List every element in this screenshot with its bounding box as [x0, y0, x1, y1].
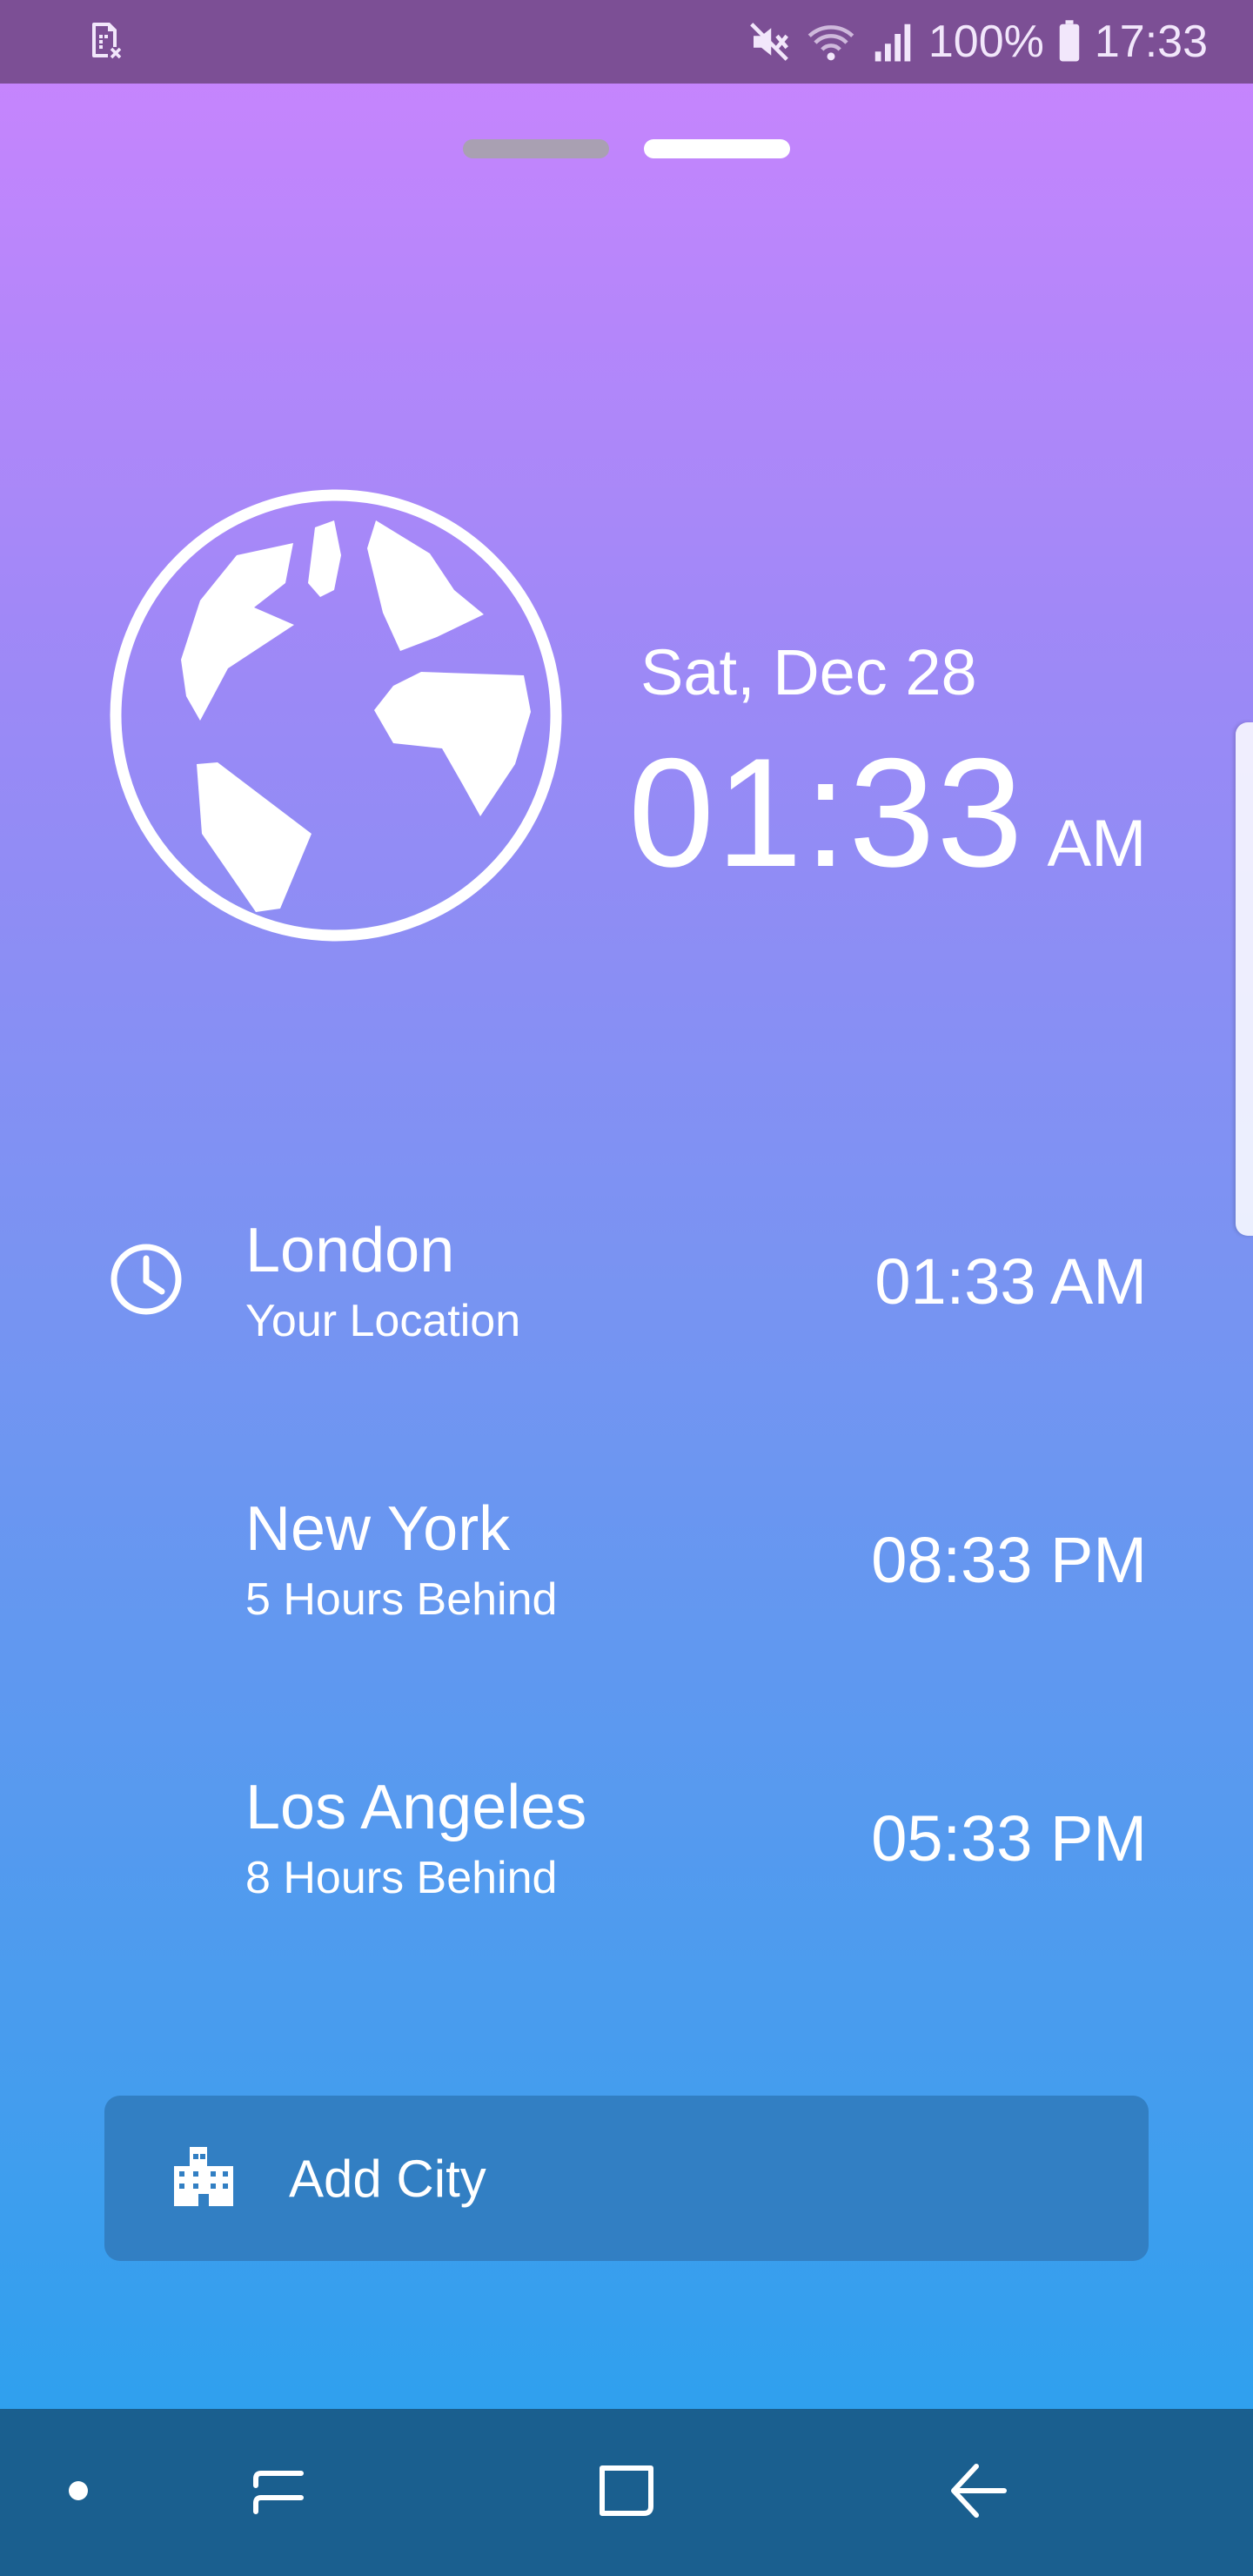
city-row-los-angeles[interactable]: Los Angeles 8 Hours Behind 05:33 PM [0, 1763, 1253, 1920]
status-right: 100% 17:33 [746, 16, 1208, 68]
add-city-button[interactable]: Add City [104, 2096, 1149, 2261]
wifi-icon [805, 18, 857, 65]
navigation-bar [0, 2409, 1253, 2576]
recent-apps-button[interactable] [226, 2409, 331, 2576]
building-icon [171, 2143, 237, 2214]
city-subtitle: 5 Hours Behind [245, 1574, 558, 1625]
hero-date: Sat, Dec 28 [640, 636, 977, 708]
city-time: 01:33 AM [874, 1245, 1147, 1318]
city-name: London [245, 1216, 455, 1285]
city-subtitle: 8 Hours Behind [245, 1853, 558, 1903]
nav-dot-button[interactable] [35, 2409, 122, 2576]
hero-time: 01:33 AM [628, 735, 1146, 890]
clock-icon [108, 1241, 184, 1318]
hero-time-digits: 01:33 [628, 726, 1025, 899]
city-name: Los Angeles [245, 1773, 587, 1842]
add-city-label: Add City [289, 2149, 486, 2208]
city-row-new-york[interactable]: New York 5 Hours Behind 08:33 PM [0, 1485, 1253, 1641]
back-button[interactable] [926, 2409, 1030, 2576]
page-indicator [463, 139, 790, 158]
signal-icon [869, 18, 916, 65]
edge-panel-handle[interactable] [1236, 722, 1253, 1236]
home-icon [595, 2459, 658, 2526]
page-indicator-dot-1[interactable] [463, 139, 609, 158]
mute-icon [746, 18, 793, 65]
city-time: 08:33 PM [871, 1524, 1147, 1596]
city-time: 05:33 PM [871, 1802, 1147, 1875]
battery-icon [1056, 18, 1082, 65]
dot-icon [67, 2479, 90, 2506]
hero-time-ampm: AM [1047, 807, 1147, 881]
home-button[interactable] [574, 2409, 679, 2576]
sim-card-error-icon [84, 19, 125, 65]
status-left [84, 19, 125, 65]
battery-percent: 100% [928, 17, 1044, 67]
city-row-london[interactable]: London Your Location 01:33 AM [0, 1206, 1253, 1363]
status-clock: 17:33 [1094, 17, 1208, 67]
city-subtitle: Your Location [245, 1296, 521, 1346]
back-icon [947, 2459, 1009, 2526]
globe-icon [106, 486, 566, 945]
page-indicator-dot-2[interactable] [644, 139, 790, 158]
recent-apps-icon [247, 2459, 310, 2526]
status-bar: 100% 17:33 [0, 0, 1253, 84]
city-name: New York [245, 1494, 511, 1564]
